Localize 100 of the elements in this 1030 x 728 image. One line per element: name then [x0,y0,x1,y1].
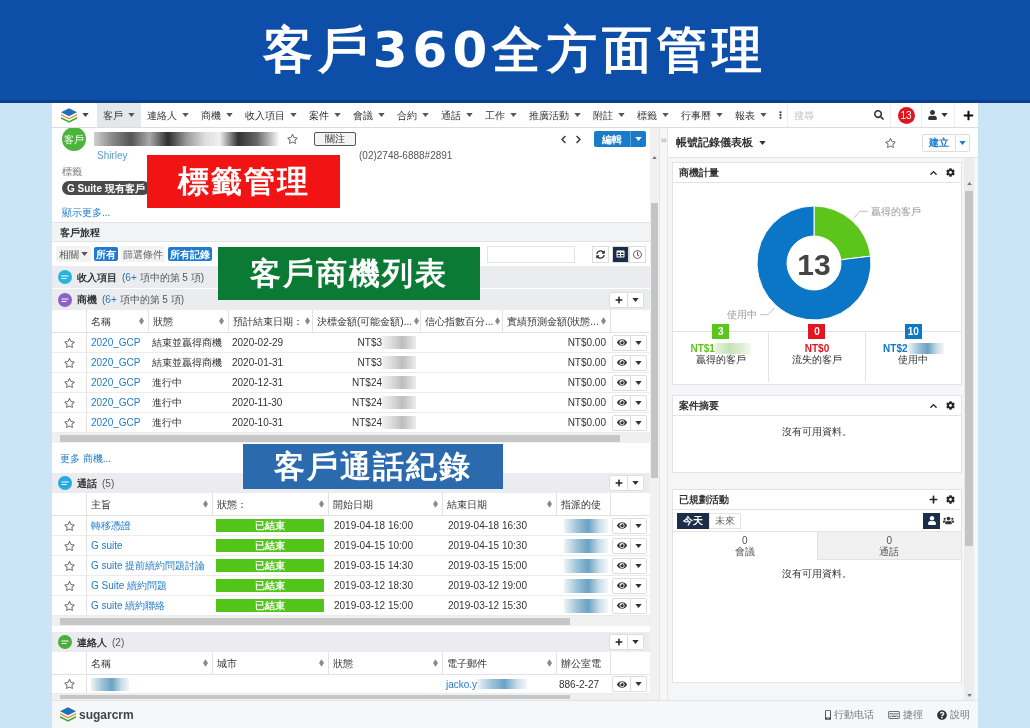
record-link[interactable]: 2020_GCP [91,355,141,370]
footer-link[interactable]: 說明 [937,707,970,722]
sort-icon[interactable] [547,659,552,667]
preview-button[interactable] [612,537,631,554]
show-more-link[interactable]: 顯示更多... [62,204,111,220]
star-icon[interactable] [63,520,75,531]
row-menu-button[interactable] [631,537,647,554]
row-menu-button[interactable] [631,354,647,371]
notification-badge[interactable]: 13 [897,106,915,124]
filter-tag[interactable]: 所有 [94,247,118,261]
column-header[interactable]: 開始日期 [328,493,442,515]
next-icon[interactable] [575,134,582,144]
column-header[interactable]: 決標金額(可能金額)... [312,310,420,332]
scope-button[interactable] [923,512,940,529]
sort-icon[interactable] [203,659,208,667]
sort-icon[interactable] [319,500,324,508]
settings-icon[interactable] [946,168,955,177]
scroll-up-icon[interactable] [966,182,972,185]
sort-icon[interactable] [547,500,552,508]
sort-icon[interactable] [203,500,208,508]
star-icon[interactable] [287,134,298,144]
collapse-icon[interactable] [929,168,938,177]
preview-button[interactable] [612,374,631,391]
row-menu-button[interactable] [631,676,647,692]
star-icon[interactable] [63,540,75,551]
column-header[interactable]: 狀態： [212,493,328,515]
preview-button[interactable] [612,354,631,371]
search-icon[interactable] [874,110,884,120]
dropdown-button[interactable] [628,634,644,650]
view-toggle-button[interactable] [629,245,646,263]
column-header[interactable]: 指派的使 [556,493,610,515]
sort-icon[interactable] [219,317,224,325]
sort-icon[interactable] [433,659,438,667]
column-header[interactable]: 信心指數百分... [420,310,502,332]
previous-icon[interactable] [560,134,567,144]
scrollbar-thumb[interactable] [651,203,658,478]
dropdown-button[interactable] [628,475,644,491]
record-link[interactable]: 2020_GCP [91,335,141,350]
view-toggle-button[interactable] [612,245,629,263]
more-icon[interactable] [778,110,782,120]
user-menu-button[interactable] [921,103,955,127]
scrollbar-thumb[interactable] [965,191,973,546]
column-header[interactable]: 狀態 [148,310,228,332]
column-header[interactable]: 狀態 [328,652,442,674]
preview-button[interactable] [612,334,631,351]
footer-link[interactable]: 捷徑 [888,707,923,722]
column-header[interactable]: 實績預測金額(狀態... [502,310,610,332]
sort-icon[interactable] [139,317,144,325]
follow-button[interactable]: 關注 [314,132,356,146]
scrollbar-thumb[interactable] [60,434,620,442]
row-menu-button[interactable] [631,517,647,534]
footer-link[interactable]: 行動电话 [825,707,874,722]
add-button[interactable] [609,634,628,650]
row-menu-button[interactable] [631,414,647,431]
preview-button[interactable] [612,557,631,574]
activity-tab[interactable]: 0 通話 [816,532,961,560]
star-icon[interactable] [63,600,75,611]
create-menu-button[interactable] [956,133,970,152]
scroll-up-icon[interactable] [652,156,657,159]
star-icon[interactable] [63,679,75,689]
edit-menu-button[interactable] [630,131,646,147]
scrollbar-thumb[interactable] [60,617,570,625]
count-link[interactable]: 6+ [125,271,137,283]
preview-button[interactable] [612,577,631,594]
star-icon[interactable] [63,357,75,368]
count-link[interactable]: 6+ [105,294,117,305]
sort-icon[interactable] [601,317,606,325]
row-menu-button[interactable] [631,394,647,411]
settings-icon[interactable] [946,401,955,410]
star-icon[interactable] [63,417,75,428]
period-tab[interactable]: 未來 [709,512,741,529]
period-tab[interactable]: 今天 [677,512,709,529]
star-icon[interactable] [63,580,75,591]
more-link[interactable]: 更多 商機... [60,450,112,466]
preview-button[interactable] [612,597,631,614]
dashboard-title-menu[interactable]: 帳號記錄儀表板 [676,134,766,151]
column-header[interactable]: 名稱 [86,652,212,674]
record-link[interactable]: 2020_GCP [91,375,141,390]
filter-tag[interactable]: 所有記錄 [168,247,212,261]
sort-icon[interactable] [319,659,324,667]
row-menu-button[interactable] [631,374,647,391]
sort-icon[interactable] [495,317,501,325]
settings-icon[interactable] [946,495,955,504]
dropdown-button[interactable] [628,291,644,308]
column-header[interactable]: 預計結束日期： [228,310,312,332]
nav-menu-item[interactable]: 客戶 [97,103,141,127]
filter-input-field[interactable] [487,245,575,263]
plus-icon[interactable] [962,109,974,121]
column-header[interactable]: 辦公室電 [556,652,610,674]
record-link[interactable]: 2020_GCP [91,415,141,430]
record-link[interactable]: G suite [91,538,123,553]
column-header[interactable]: 電子郵件 [442,652,556,674]
row-menu-button[interactable] [631,334,647,351]
row-menu-button[interactable] [631,577,647,594]
sort-icon[interactable] [433,500,438,508]
related-dropdown[interactable]: 相關 [56,246,91,262]
preview-button[interactable] [612,676,631,692]
record-link[interactable]: 2020_GCP [91,395,141,410]
column-header[interactable]: 城市 [212,652,328,674]
add-button[interactable] [609,475,628,491]
